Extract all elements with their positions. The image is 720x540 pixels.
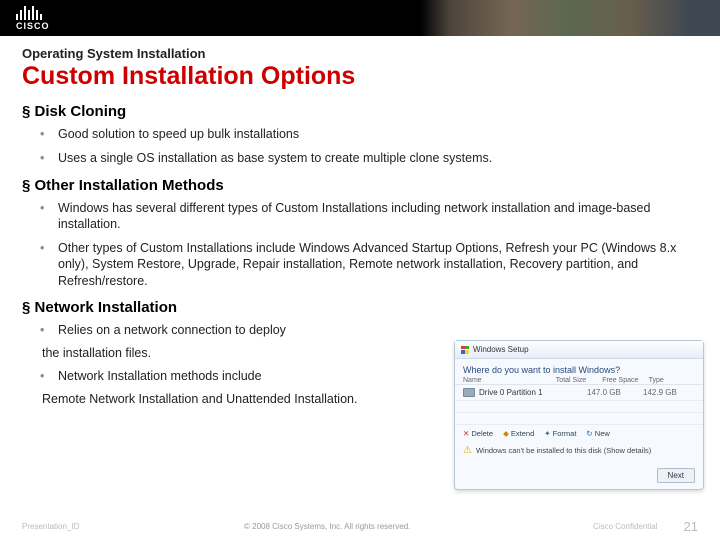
slide-footer: Presentation_ID © 2008 Cisco Systems, In…	[0, 519, 720, 534]
bullet-item: Other types of Custom Installations incl…	[58, 240, 698, 289]
pretitle: Operating System Installation	[22, 46, 698, 61]
section-head: Other Installation Methods	[22, 177, 698, 194]
column-headers: Name Total Size Free Space Type	[455, 377, 703, 385]
col: Total Size	[556, 377, 602, 384]
window-title: Windows Setup	[473, 345, 529, 354]
warning-text: Windows can't be installed to this disk …	[455, 442, 703, 459]
setup-question: Where do you want to install Windows?	[455, 359, 703, 377]
bullet-item: Windows has several different types of C…	[58, 200, 698, 233]
disk-label: Drive 0 Partition 1	[479, 388, 583, 397]
col: Name	[463, 377, 556, 384]
top-banner: CISCO	[0, 0, 720, 36]
col: Type	[649, 377, 695, 384]
copyright: © 2008 Cisco Systems, Inc. All rights re…	[79, 522, 575, 531]
logo-bars-icon	[16, 6, 50, 20]
page-title: Custom Installation Options	[22, 62, 698, 91]
bullet-item: Good solution to speed up bulk installat…	[58, 126, 698, 142]
disk-actions: Delete Extend Format New	[455, 425, 703, 442]
section-head: Disk Cloning	[22, 103, 698, 120]
disk-icon	[463, 388, 475, 397]
next-button: Next	[657, 468, 695, 483]
cisco-logo: CISCO	[16, 6, 50, 31]
disk-row: Drive 0 Partition 1 147.0 GB 142.9 GB	[455, 385, 703, 401]
delete-action: Delete	[463, 429, 493, 438]
section-head: Network Installation	[22, 299, 422, 316]
presentation-id: Presentation_ID	[22, 522, 79, 531]
body-text: the installation files.	[22, 346, 422, 360]
section-disk-cloning: Disk Cloning Good solution to speed up b…	[22, 103, 698, 167]
new-action: New	[586, 429, 609, 438]
disk-size: 147.0 GB	[587, 388, 639, 397]
banner-photo	[420, 0, 720, 36]
extend-action: Extend	[503, 429, 534, 438]
windows-setup-screenshot: Windows Setup Where do you want to insta…	[454, 340, 704, 490]
window-titlebar: Windows Setup	[455, 341, 703, 359]
bullet-item: Relies on a network connection to deploy	[58, 322, 422, 338]
windows-flag-icon	[461, 346, 469, 354]
confidential-label: Cisco Confidential	[593, 522, 657, 531]
logo-text: CISCO	[16, 21, 50, 31]
body-text: Remote Network Installation and Unattend…	[22, 392, 422, 406]
disk-free: 142.9 GB	[643, 388, 695, 397]
bullet-item: Uses a single OS installation as base sy…	[58, 150, 698, 166]
format-action: Format	[544, 429, 576, 438]
section-network-install: Network Installation Relies on a network…	[22, 299, 422, 407]
bullet-item: Network Installation methods include	[58, 368, 422, 384]
page-number: 21	[684, 519, 698, 534]
section-other-methods: Other Installation Methods Windows has s…	[22, 177, 698, 289]
col: Free Space	[602, 377, 648, 384]
